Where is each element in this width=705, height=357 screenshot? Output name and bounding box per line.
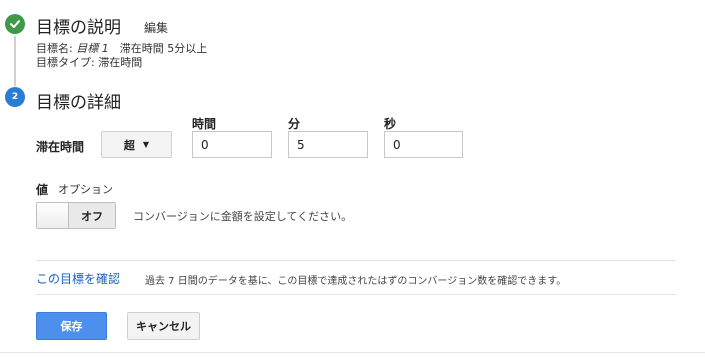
value-description: コンバージョンに金額を設定してください。 [133,210,353,223]
seconds-input[interactable] [384,131,463,158]
verify-goal-link[interactable]: この目標を確認 [36,270,120,287]
edit-link[interactable]: 編集 [144,19,168,36]
step-number-badge: 2 [5,87,25,107]
goal-name-summary: 目標名: 目標 1 滞在時間 5分以上 [36,42,207,56]
hours-label: 時間 [192,117,217,131]
minutes-input[interactable] [288,131,368,158]
goal-name-prefix: 目標名: [36,42,77,55]
bottom-divider [0,352,705,353]
goal-type-summary: 目標タイプ: 滞在時間 [36,56,143,69]
goal-name-suffix: 滞在時間 5分以上 [108,42,208,55]
step-connector [14,36,16,86]
comparison-dropdown[interactable]: 超 ▼ [101,131,172,158]
duration-label: 滞在時間 [36,140,85,154]
step-complete-icon [5,14,25,34]
value-toggle[interactable]: オフ [36,202,116,229]
minutes-label: 分 [288,117,301,131]
value-label: 値 [36,183,49,197]
hours-input[interactable] [192,131,272,158]
chevron-down-icon: ▼ [142,140,150,149]
step1-title: 目標の説明 [36,18,121,38]
divider [36,260,676,261]
divider [36,294,676,295]
seconds-label: 秒 [384,117,397,131]
comparison-value: 超 [123,138,135,152]
verify-description: 過去 7 日間のデータを基に、この目標で達成されたはずのコンバージョン数を確認で… [145,276,567,287]
checkmark-icon [10,20,20,28]
save-button[interactable]: 保存 [36,312,107,340]
optional-label: オプション [58,183,113,196]
step2-title: 目標の詳細 [36,93,121,113]
toggle-knob [37,203,69,228]
cancel-button[interactable]: キャンセル [127,312,200,340]
toggle-state: オフ [69,203,115,228]
goal-name-value: 目標 1 [76,42,109,55]
